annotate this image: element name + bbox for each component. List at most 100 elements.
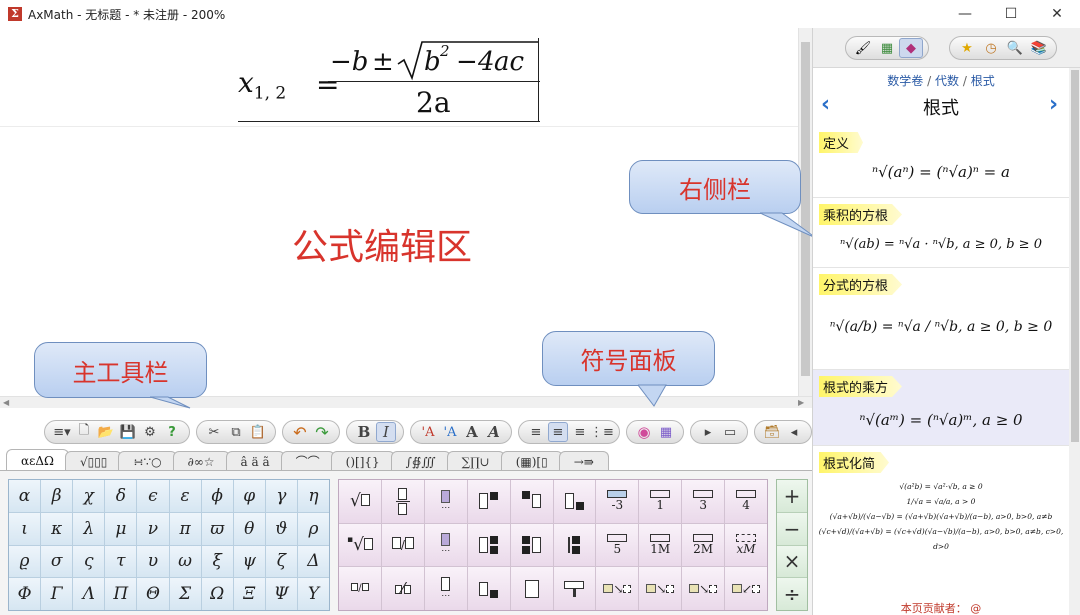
section-definition[interactable]: 定义 ⁿ√(aⁿ) = (ⁿ√a)ⁿ = a [813, 126, 1069, 198]
section-root-power[interactable]: 根式的乘方 ⁿ√(aᵐ) = (ⁿ√a)ᵐ, a ≥ 0 [813, 370, 1069, 446]
arrow-box-template-3[interactable]: ↘ [682, 567, 725, 610]
diagonal-fraction-template[interactable]: ⁄ [381, 567, 424, 610]
minimize-button[interactable]: — [942, 0, 988, 28]
greek-symbol[interactable]: Γ [41, 578, 73, 610]
section-simplification[interactable]: 根式化简 √(a²b) = √a²·√b, a ≥ 0 1/√a = √a/a,… [813, 446, 1069, 576]
new-menu-icon[interactable]: ≡▾ [52, 422, 72, 442]
tab-integrals[interactable]: ∫∯∭ [390, 451, 451, 471]
font-style-icon[interactable]: 'A [440, 422, 460, 442]
sub-sup-template[interactable] [467, 523, 510, 567]
greek-symbol[interactable]: ω [169, 545, 201, 578]
greek-symbol[interactable]: γ [265, 480, 297, 512]
tab-logic[interactable]: ∺∵○ [118, 451, 177, 471]
nth-root-template[interactable]: ▪√ [339, 523, 381, 567]
copy-icon[interactable]: ⧉ [226, 422, 246, 442]
play-icon[interactable]: ▸ [698, 422, 718, 442]
greek-symbol[interactable]: θ [233, 512, 265, 545]
greek-symbol[interactable]: ξ [201, 545, 233, 578]
superscript-template[interactable] [467, 480, 510, 523]
color-palette-icon[interactable]: ▦ [656, 422, 676, 442]
paste-icon[interactable]: 📋 [248, 422, 268, 442]
clock-icon[interactable]: ◷ [979, 38, 1003, 58]
subscript-template[interactable] [553, 480, 596, 523]
font-bold-italic-icon[interactable]: A [484, 422, 504, 442]
maximize-button[interactable]: ☐ [988, 0, 1034, 28]
greek-symbol[interactable]: Φ [9, 578, 41, 610]
unit-template-4[interactable]: 4 [725, 480, 767, 523]
bold-button[interactable]: B [354, 422, 374, 442]
greek-symbol[interactable]: υ [137, 545, 169, 578]
grid-icon[interactable]: ▦ [875, 38, 899, 58]
greek-symbol[interactable]: ρ [297, 512, 329, 545]
greek-symbol[interactable]: Λ [73, 578, 105, 610]
greek-symbol[interactable]: χ [73, 480, 105, 512]
greek-symbol[interactable]: η [297, 480, 329, 512]
unit-template-minus3[interactable]: -3 [596, 480, 639, 523]
over-under-template[interactable]: ⋯ [424, 523, 467, 567]
underbar-template[interactable] [553, 567, 596, 610]
tab-arrows[interactable]: →⇛ [558, 451, 609, 471]
quadratic-formula[interactable]: x1, 2 = −b ± b 2 − 4 ac 2a [238, 38, 540, 122]
under-index-template[interactable] [467, 567, 510, 610]
star-icon[interactable]: ★ [955, 38, 979, 58]
greek-symbol[interactable]: ζ [265, 545, 297, 578]
tab-radicals[interactable]: √▯▯▯ [64, 451, 123, 471]
greek-symbol[interactable]: μ [105, 512, 137, 545]
italic-button[interactable]: I [376, 422, 396, 442]
redo-icon[interactable]: ↷ [312, 422, 332, 442]
editor-scroll-thumb[interactable] [801, 42, 810, 376]
greek-symbol[interactable]: β [41, 480, 73, 512]
breadcrumb-item[interactable]: 代数 [935, 74, 959, 88]
tab-misc-symbols[interactable]: ∂∞☆ [172, 451, 230, 471]
sidebar-scroll-thumb[interactable] [1071, 70, 1079, 442]
align-center-icon[interactable]: ≡ [548, 422, 568, 442]
greek-symbol[interactable]: π [169, 512, 201, 545]
left-sub-sup-template[interactable] [510, 523, 553, 567]
library-icon[interactable]: 📚 [1027, 38, 1051, 58]
breadcrumb-item[interactable]: 根式 [971, 74, 995, 88]
breadcrumb-item[interactable]: 数学卷 [887, 74, 923, 88]
next-page-arrow-icon[interactable]: › [1049, 92, 1058, 117]
tab-matrices[interactable]: (▦)[▯ [500, 451, 563, 471]
stacked-template[interactable]: ⋯ [424, 480, 467, 523]
greek-symbol[interactable]: ν [137, 512, 169, 545]
scroll-left-arrow-icon[interactable]: ◀ [3, 397, 9, 409]
greek-symbol[interactable]: ϱ [9, 545, 41, 578]
greek-symbol[interactable]: Ψ [265, 578, 297, 610]
open-folder-icon[interactable]: 📂 [96, 422, 116, 442]
sidebar-scrollbar[interactable] [1069, 68, 1080, 615]
tab-arcs[interactable]: ⌒⌒ [280, 451, 335, 471]
tab-sums[interactable]: ∑∏∪ [446, 451, 505, 471]
greek-symbol[interactable]: ϕ [201, 480, 233, 512]
save-icon[interactable]: 💾 [118, 422, 138, 442]
greek-symbol[interactable]: φ [233, 480, 265, 512]
tab-greek[interactable]: αεΔΩ [6, 449, 69, 471]
greek-symbol[interactable]: λ [73, 512, 105, 545]
book-icon[interactable]: ◆ [899, 38, 923, 58]
greek-symbol[interactable]: τ [105, 545, 137, 578]
tab-accents[interactable]: â ä ã [225, 451, 285, 471]
greek-symbol[interactable]: ϵ [137, 480, 169, 512]
greek-symbol[interactable]: ε [169, 480, 201, 512]
new-file-icon[interactable]: 🗋 [74, 422, 94, 442]
greek-symbol[interactable]: Π [105, 578, 137, 610]
greek-symbol[interactable]: α [9, 480, 41, 512]
tab-brackets[interactable]: ()[]{} [330, 451, 395, 471]
arrow-box-template-1[interactable]: ↘ [596, 567, 639, 610]
align-left-icon[interactable]: ≡ [526, 422, 546, 442]
greek-symbol[interactable]: Υ [297, 578, 329, 610]
greek-symbol[interactable]: ι [9, 512, 41, 545]
section-product-root[interactable]: 乘积的方根 ⁿ√(ab) = ⁿ√a · ⁿ√b, a ≥ 0, b ≥ 0 [813, 198, 1069, 268]
unit-template-5[interactable]: 5 [596, 523, 639, 567]
small-fraction-template[interactable]: / [339, 567, 381, 610]
greek-symbol[interactable]: Σ [169, 578, 201, 610]
insert-number-icon[interactable]: ▭ [720, 422, 740, 442]
greek-symbol[interactable]: Ω [201, 578, 233, 610]
font-bigger-icon[interactable]: A [462, 422, 482, 442]
minus-operator[interactable]: − [777, 512, 807, 545]
unit-template-xm[interactable]: xM [725, 523, 767, 567]
unit-template-2m[interactable]: 2M [682, 523, 725, 567]
unit-template-1[interactable]: 1 [639, 480, 682, 523]
unit-template-3[interactable]: 3 [682, 480, 725, 523]
greek-symbol[interactable]: Θ [137, 578, 169, 610]
